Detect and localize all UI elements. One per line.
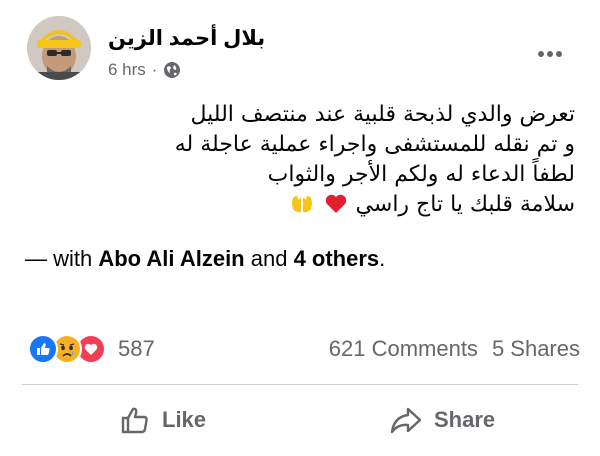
post-meta: 6 hrs · (108, 60, 181, 80)
author-name[interactable]: بلال أحمد الزين (108, 26, 265, 51)
raised-hands-emoji-icon (290, 193, 314, 223)
post-text-line: تعرض والدي لذبحة قلبية عند منتصف الليل (190, 102, 575, 127)
like-reaction-icon (28, 334, 58, 364)
more-options-button[interactable] (532, 36, 568, 72)
facebook-post: بلال أحمد الزين 6 hrs · تعرض والدي لذبحة… (0, 0, 600, 456)
tagged-others-link[interactable]: 4 others (294, 246, 380, 271)
post-text-line-content: سلامة قلبك يا تاج راسي (355, 192, 575, 217)
share-button-label: Share (434, 407, 496, 432)
author-avatar[interactable] (27, 16, 91, 80)
tagged-person-link[interactable]: Abo Ali Alzein (98, 246, 244, 271)
engagement-counts: 621 Comments 5 Shares (329, 336, 580, 362)
tagged-joiner: and (244, 246, 294, 271)
comments-count-link[interactable]: 621 Comments (329, 336, 478, 362)
post-text-line: لطفاً الدعاء له ولكم الأجر والثواب (267, 162, 575, 187)
tagged-people: — with Abo Ali Alzein and 4 others. (25, 246, 385, 272)
ellipsis-icon (538, 51, 562, 57)
reactions-summary[interactable]: 587 (28, 333, 155, 365)
share-arrow-icon (390, 407, 422, 434)
tagged-prefix: — with (25, 246, 99, 271)
reaction-count: 587 (118, 336, 155, 361)
thumbs-up-icon (121, 407, 148, 434)
red-heart-emoji-icon (325, 193, 347, 223)
post-timestamp[interactable]: 6 hrs (108, 60, 146, 80)
meta-separator: · (151, 60, 158, 79)
like-button[interactable]: Like (120, 400, 206, 440)
post-text: تعرض والدي لذبحة قلبية عند منتصف الليل و… (55, 100, 575, 223)
globe-icon (163, 61, 181, 79)
share-button[interactable]: Share (390, 400, 495, 440)
like-button-label: Like (162, 407, 207, 432)
shares-count-link[interactable]: 5 Shares (492, 336, 580, 362)
tagged-suffix: . (379, 246, 386, 271)
actions-divider (22, 384, 578, 385)
post-text-line: سلامة قلبك يا تاج راسي (55, 190, 575, 223)
post-text-line: و تم نقله للمستشفى واجراء عملية عاجلة له (174, 132, 575, 157)
